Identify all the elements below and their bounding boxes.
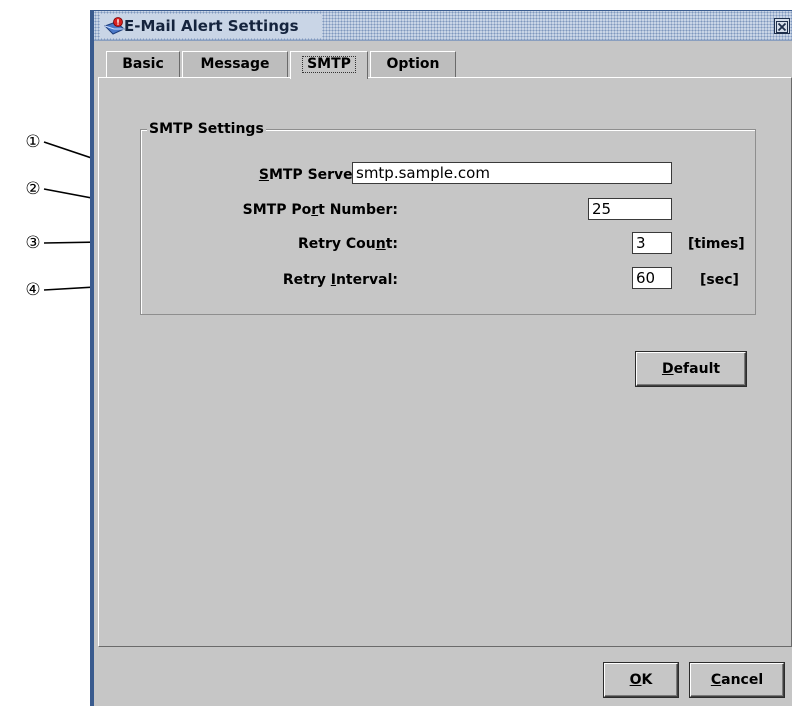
- tab-option[interactable]: Option: [370, 51, 456, 77]
- callout-2: ②: [25, 179, 41, 199]
- smtp-server-address-input[interactable]: smtp.sample.com: [352, 162, 672, 184]
- retry-interval-label: Retry Interval:: [282, 272, 398, 288]
- retry-count-input[interactable]: 3: [632, 232, 672, 254]
- smtp-settings-title: SMTP Settings: [147, 121, 266, 137]
- title-bar[interactable]: E-Mail Alert Settings: [94, 11, 792, 41]
- window-title: E-Mail Alert Settings: [124, 17, 299, 35]
- mail-alert-icon: [104, 17, 125, 35]
- retry-interval-input[interactable]: 60: [632, 267, 672, 289]
- tab-basic[interactable]: Basic: [106, 51, 180, 77]
- email-alert-settings-window: E-Mail Alert Settings Basic Message SMTP…: [90, 10, 792, 706]
- ok-button[interactable]: OK: [604, 663, 678, 697]
- tab-message[interactable]: Message: [182, 51, 288, 77]
- default-button[interactable]: Default: [636, 352, 746, 386]
- retry-count-label: Retry Count:: [298, 236, 398, 252]
- cancel-button[interactable]: Cancel: [690, 663, 784, 697]
- smtp-port-number-input[interactable]: 25: [588, 198, 672, 220]
- callout-4: ④: [25, 280, 41, 300]
- smtp-port-number-label: SMTP Port Number:: [242, 202, 398, 218]
- retry-count-unit: [times]: [688, 236, 745, 252]
- callout-3: ③: [25, 233, 41, 253]
- close-button[interactable]: [774, 18, 790, 34]
- tab-smtp[interactable]: SMTP: [290, 51, 368, 79]
- close-icon: [776, 21, 788, 33]
- callout-1: ①: [25, 132, 41, 152]
- retry-interval-unit: [sec]: [700, 272, 739, 288]
